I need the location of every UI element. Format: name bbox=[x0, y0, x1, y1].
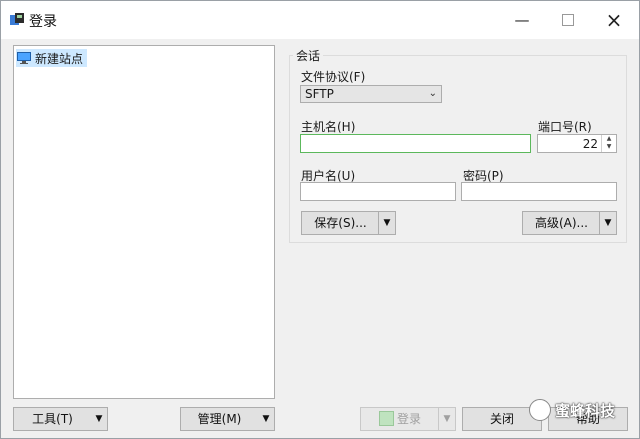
manage-button-label: 管理(M) bbox=[197, 412, 242, 426]
watermark-text: 蜜蜂科技 bbox=[555, 401, 616, 420]
site-tree[interactable]: 新建站点 bbox=[13, 45, 275, 399]
dropdown-arrow-icon[interactable]: ▼ bbox=[91, 408, 107, 430]
dropdown-arrow-icon[interactable]: ▼ bbox=[599, 212, 616, 234]
spinner-arrows-icon[interactable]: ▲ ▼ bbox=[601, 135, 616, 152]
port-value: 22 bbox=[582, 137, 598, 151]
login-button-label: 登录 bbox=[396, 412, 421, 426]
port-label: 端口号(R) bbox=[538, 120, 592, 134]
window-title: 登录 bbox=[29, 14, 57, 30]
host-input[interactable] bbox=[300, 134, 531, 153]
login-button[interactable]: 登录 ▼ bbox=[360, 407, 456, 431]
minimize-button[interactable]: — bbox=[499, 5, 545, 35]
dropdown-arrow-icon[interactable]: ▼ bbox=[378, 212, 395, 234]
save-button[interactable]: 保存(S)... ▼ bbox=[301, 211, 396, 235]
protocol-value: SFTP bbox=[305, 87, 334, 101]
save-button-label: 保存(S)... bbox=[314, 216, 367, 230]
minimize-icon: — bbox=[514, 11, 530, 29]
watermark: 蜜蜂科技 bbox=[529, 399, 615, 421]
login-button-content: 登录 bbox=[361, 408, 439, 430]
monitor-icon bbox=[17, 52, 31, 64]
chevron-down-icon: ⌄ bbox=[428, 88, 437, 99]
login-icon bbox=[378, 411, 394, 426]
login-window: 登录 — × 新建站点 会话 文件协议(F) SFTP ⌄ 主机名(H) 端口号… bbox=[0, 0, 640, 439]
wechat-logo-icon bbox=[529, 399, 551, 421]
app-icon bbox=[10, 13, 24, 25]
tree-item-label: 新建站点 bbox=[35, 51, 84, 66]
port-spinner[interactable]: 22 ▲ ▼ bbox=[537, 134, 617, 153]
tree-item-new-site[interactable]: 新建站点 bbox=[16, 49, 88, 67]
title-bar: 登录 — × bbox=[1, 1, 639, 39]
maximize-button[interactable] bbox=[545, 5, 591, 35]
advanced-button[interactable]: 高级(A)... ▼ bbox=[522, 211, 617, 235]
manage-button[interactable]: 管理(M) ▼ bbox=[180, 407, 275, 431]
session-group-title: 会话 bbox=[293, 47, 324, 64]
user-input[interactable] bbox=[300, 182, 456, 201]
tools-button[interactable]: 工具(T) ▼ bbox=[13, 407, 108, 431]
maximize-icon bbox=[562, 14, 574, 26]
dropdown-arrow-icon[interactable]: ▼ bbox=[258, 408, 274, 430]
tools-button-label: 工具(T) bbox=[32, 412, 73, 426]
close-window-button[interactable]: × bbox=[591, 5, 637, 35]
password-input[interactable] bbox=[461, 182, 617, 201]
protocol-select[interactable]: SFTP ⌄ bbox=[300, 85, 442, 103]
protocol-label: 文件协议(F) bbox=[301, 70, 366, 84]
dropdown-arrow-icon[interactable]: ▼ bbox=[438, 408, 455, 430]
close-icon: × bbox=[605, 8, 623, 32]
host-label: 主机名(H) bbox=[301, 120, 356, 134]
advanced-button-label: 高级(A)... bbox=[534, 216, 589, 230]
close-button-label: 关闭 bbox=[489, 412, 514, 426]
